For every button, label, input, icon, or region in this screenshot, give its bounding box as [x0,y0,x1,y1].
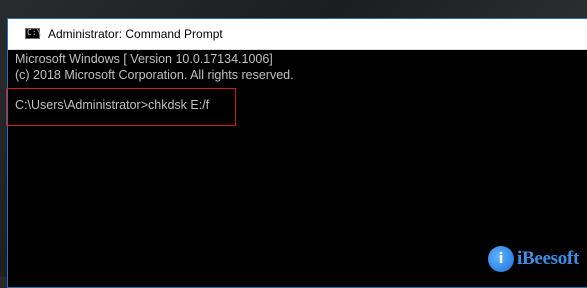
title-bar[interactable]: C:\ Administrator: Command Prompt [8,19,587,50]
command-highlight-box [6,88,236,126]
ibeesoft-watermark: i iBeesoft [488,244,579,274]
logo-mark-glyph: i [498,251,504,267]
cmd-icon-glyph: C:\ [27,28,42,37]
cmd-icon[interactable]: C:\ [25,28,42,39]
copyright-line: (c) 2018 Microsoft Corporation. All righ… [15,68,294,82]
version-line: Microsoft Windows [ Version 10.0.17134.1… [15,52,273,66]
logo-text: iBeesoft [517,248,579,269]
window-title: Administrator: Command Prompt [48,27,223,41]
ibeesoft-logo-icon: i [488,246,514,272]
